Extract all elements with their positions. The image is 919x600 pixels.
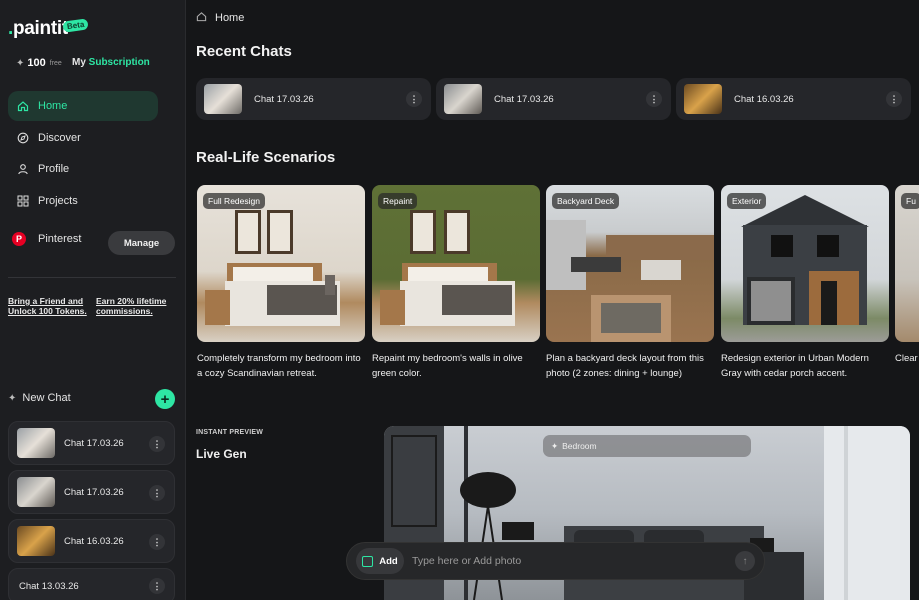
pinterest-item[interactable]: P Pinterest (8, 232, 81, 246)
sidebar: .paintit Beta ✦ 100 free My Subscription… (0, 0, 186, 600)
sidebar-chat-item[interactable]: Chat 17.03.26 ⋮ (8, 421, 175, 465)
manage-button[interactable]: Manage (108, 231, 175, 255)
more-options-icon[interactable]: ⋮ (646, 91, 662, 107)
nav-label-projects: Projects (38, 195, 78, 207)
sidebar-chat-item[interactable]: Chat 16.03.26 ⋮ (8, 519, 175, 563)
beta-badge: Beta (62, 18, 89, 33)
arrow-up-icon: ↑ (742, 555, 748, 567)
nav-item-home[interactable]: Home (8, 91, 158, 121)
grid-icon (16, 195, 30, 207)
scenario-description: Redesign exterior in Urban Modern Gray w… (721, 353, 869, 379)
sidebar-divider (8, 277, 176, 278)
chat-label: Chat 17.03.26 (64, 437, 124, 449)
chat-thumbnail (684, 84, 722, 114)
nav-label-discover: Discover (38, 132, 81, 144)
scenario-card[interactable]: Fu Clear start f (895, 185, 919, 366)
room-type-label: Bedroom (562, 441, 597, 451)
scenario-description: Clear start f (895, 353, 919, 364)
scenario-image: Repaint (372, 185, 540, 342)
scenarios-title: Real-Life Scenarios (196, 149, 336, 166)
subscription-link[interactable]: My Subscription (72, 57, 150, 68)
chat-thumbnail (444, 84, 482, 114)
more-options-icon[interactable]: ⋮ (406, 91, 422, 107)
more-options-icon[interactable]: ⋮ (886, 91, 902, 107)
pinterest-label: Pinterest (38, 233, 82, 245)
magic-wand-icon: ✦ (551, 440, 559, 451)
image-add-icon (362, 555, 374, 567)
scenario-card[interactable]: Repaint Repaint my bedroom's walls in ol… (372, 185, 540, 381)
nav-item-discover[interactable]: Discover (8, 123, 158, 153)
recent-chat-card[interactable]: Chat 17.03.26 ⋮ (196, 78, 431, 120)
nav-item-profile[interactable]: Profile (8, 154, 158, 184)
sidebar-chat-item[interactable]: Chat 17.03.26 ⋮ (8, 470, 175, 514)
chat-label: Chat 17.03.26 (494, 93, 554, 105)
scenario-description: Repaint my bedroom's walls in olive gree… (372, 353, 523, 379)
live-gen-title: Live Gen (196, 447, 247, 461)
pinterest-icon: P (12, 232, 26, 246)
breadcrumb: Home (196, 11, 244, 25)
chat-thumbnail (17, 428, 55, 458)
chat-thumbnail (204, 84, 242, 114)
scenario-image: Fu (895, 185, 919, 342)
scenario-description: Plan a backyard deck layout from this ph… (546, 353, 704, 379)
more-options-icon[interactable]: ⋮ (149, 436, 165, 452)
home-icon (16, 100, 30, 112)
token-free-label: free (49, 59, 62, 67)
chat-label: Chat 13.03.26 (19, 580, 79, 592)
nav-item-projects[interactable]: Projects (8, 186, 158, 216)
chat-label: Chat 17.03.26 (64, 486, 124, 498)
more-options-icon[interactable]: ⋮ (149, 578, 165, 594)
main-content: Home Recent Chats Chat 17.03.26 ⋮ Chat 1… (186, 0, 919, 600)
chat-thumbnail (17, 477, 55, 507)
commission-link[interactable]: Earn 20% lifetime commissions. (96, 296, 172, 316)
scenario-card[interactable]: Backyard Deck Plan a backyard deck layou… (546, 185, 714, 381)
prompt-input-bar: Add Type here or Add photo ↑ (346, 542, 765, 580)
chat-label: Chat 17.03.26 (254, 93, 314, 105)
scenario-tag: Exterior (727, 193, 767, 209)
new-chat-label: New Chat (22, 392, 71, 404)
add-photo-button[interactable]: Add (356, 548, 404, 574)
home-icon (196, 11, 207, 25)
more-options-icon[interactable]: ⋮ (149, 485, 165, 501)
app-logo[interactable]: .paintit (8, 18, 68, 40)
scenario-image: Full Redesign (197, 185, 365, 342)
magic-wand-icon: ✦ (8, 392, 17, 404)
scenario-description: Completely transform my bedroom into a c… (197, 353, 361, 379)
user-icon (16, 163, 30, 175)
scenario-card[interactable]: Full Redesign Completely transform my be… (197, 185, 365, 381)
sidebar-chat-item[interactable]: Chat 13.03.26 ⋮ (8, 568, 175, 600)
recent-chat-card[interactable]: Chat 16.03.26 ⋮ (676, 78, 911, 120)
nav-label-home: Home (38, 100, 68, 112)
send-button[interactable]: ↑ (735, 551, 755, 571)
more-options-icon[interactable]: ⋮ (149, 534, 165, 550)
new-chat-button[interactable]: + (155, 389, 175, 409)
new-chat-item[interactable]: ✦ New Chat (8, 392, 71, 404)
scenario-tag: Backyard Deck (552, 193, 620, 209)
instant-preview-label: INSTANT PREVIEW (196, 429, 264, 436)
token-balance: ✦ 100 free (16, 57, 62, 69)
add-label: Add (379, 555, 398, 567)
scenario-image: Backyard Deck (546, 185, 714, 342)
scenario-image: Exterior (721, 185, 889, 342)
referral-link[interactable]: Bring a Friend and Unlock 100 Tokens. (8, 296, 88, 316)
breadcrumb-home[interactable]: Home (215, 12, 244, 24)
chat-thumbnail (17, 526, 55, 556)
scenario-tag: Full Redesign (203, 193, 265, 209)
nav-label-profile: Profile (38, 163, 70, 175)
room-type-chip[interactable]: ✦ Bedroom (543, 435, 751, 457)
compass-icon (16, 132, 30, 144)
recent-chats-title: Recent Chats (196, 43, 292, 60)
chat-label: Chat 16.03.26 (64, 535, 124, 547)
chat-label: Chat 16.03.26 (734, 93, 794, 105)
prompt-input[interactable]: Type here or Add photo (412, 555, 735, 567)
token-count: 100 (27, 57, 46, 69)
recent-chat-card[interactable]: Chat 17.03.26 ⋮ (436, 78, 671, 120)
scenario-tag: Fu (901, 193, 919, 209)
scenario-card[interactable]: Exterior Redesign exterior in Urban Mode… (721, 185, 889, 381)
scenario-tag: Repaint (378, 193, 418, 209)
magic-wand-icon: ✦ (16, 57, 25, 69)
